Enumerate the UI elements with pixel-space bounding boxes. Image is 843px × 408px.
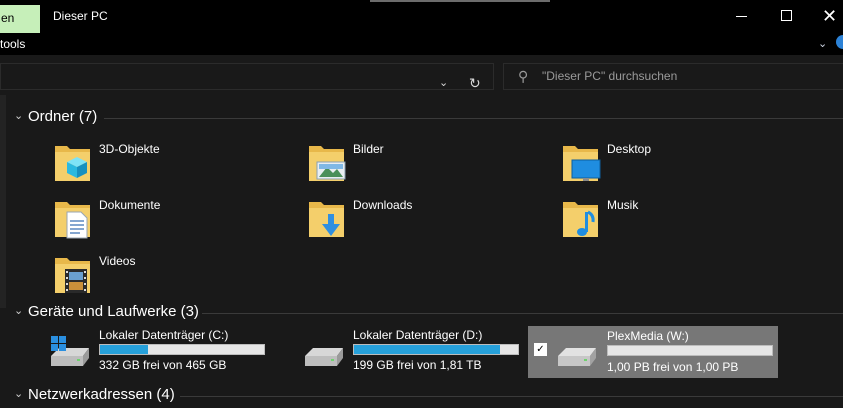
drive-w[interactable]: ✓ PlexMedia (W:) 1,00 PB frei von 1,00 P…: [528, 326, 778, 378]
group-header-network[interactable]: ⌄ Netzwerkadressen (4): [14, 386, 175, 406]
folder-pictures[interactable]: Bilder: [307, 140, 527, 188]
drive-free-space: 199 GB frei von 1,81 TB: [353, 358, 482, 372]
folder-label: 3D-Objekte: [99, 142, 160, 156]
ribbon-tab-drive-tools[interactable]: tools: [0, 33, 40, 55]
group-title-network: Netzwerkadressen (4): [28, 386, 175, 403]
minimize-button[interactable]: [736, 16, 747, 17]
ribbon-bar: tools ⌄: [0, 33, 843, 55]
collapse-chevron-icon[interactable]: ⌄: [14, 387, 24, 400]
group-divider: [180, 396, 843, 397]
search-input[interactable]: ⚲ "Dieser PC" durchsuchen: [503, 63, 843, 90]
folder-label: Musik: [607, 198, 639, 212]
address-bar[interactable]: ⌄ ↻: [0, 63, 494, 92]
drive-free-space: 1,00 PB frei von 1,00 PB: [607, 360, 739, 374]
drive-name: Lokaler Datenträger (C:): [99, 328, 229, 342]
selection-checkbox[interactable]: ✓: [534, 343, 547, 356]
folder-label: Bilder: [353, 142, 384, 156]
drive-usage-bar: [607, 345, 773, 356]
music-folder-icon: [563, 202, 598, 237]
3d-objects-folder-icon: [55, 146, 90, 181]
folder-label: Desktop: [607, 142, 652, 156]
folder-documents[interactable]: Dokumente: [53, 196, 273, 244]
folder-label: Downloads: [353, 198, 413, 212]
drive-usage-bar: [353, 344, 519, 355]
group-title-drives: Geräte und Laufwerke (3): [28, 303, 199, 320]
background-window-edge: [370, 0, 550, 2]
drive-usage-fill: [100, 345, 148, 354]
documents-folder-icon: [55, 202, 90, 239]
window-title: Dieser PC: [53, 9, 108, 23]
address-history-chevron-icon[interactable]: ⌄: [439, 76, 448, 89]
help-icon[interactable]: [836, 35, 843, 49]
collapse-chevron-icon[interactable]: ⌄: [14, 109, 24, 122]
group-header-drives[interactable]: ⌄ Geräte und Laufwerke (3): [14, 303, 199, 323]
folder-label: Videos: [99, 254, 136, 268]
drive-usage-bar: [99, 344, 265, 355]
maximize-button[interactable]: [781, 10, 792, 21]
drive-free-space: 332 GB frei von 465 GB: [99, 358, 227, 372]
downloads-folder-icon: [309, 202, 344, 237]
folder-videos[interactable]: Videos: [53, 252, 273, 300]
drive-name: PlexMedia (W:): [607, 329, 689, 343]
group-divider: [104, 118, 843, 119]
collapse-chevron-icon[interactable]: ⌄: [14, 304, 24, 317]
search-placeholder: "Dieser PC" durchsuchen: [542, 69, 678, 83]
address-row: ⌄ ↻ ⚲ "Dieser PC" durchsuchen: [0, 55, 843, 95]
videos-folder-icon: [55, 258, 90, 293]
refresh-icon[interactable]: ↻: [469, 75, 481, 92]
folder-3d-objects[interactable]: 3D-Objekte: [53, 140, 273, 188]
drive-name: Lokaler Datenträger (D:): [353, 328, 483, 342]
navigation-pane-edge: [0, 95, 6, 308]
folder-desktop[interactable]: Desktop: [561, 140, 781, 188]
hard-drive-icon: [305, 348, 343, 366]
pictures-folder-icon: [309, 146, 346, 181]
ribbon-tab-view[interactable]: en: [0, 5, 40, 33]
ribbon-expand-chevron-icon[interactable]: ⌄: [818, 37, 827, 50]
group-title-folders: Ordner (7): [28, 108, 98, 125]
group-header-folders[interactable]: ⌄ Ordner (7): [14, 108, 97, 128]
folder-downloads[interactable]: Downloads: [307, 196, 527, 244]
group-divider: [202, 313, 843, 314]
drive-d[interactable]: Lokaler Datenträger (D:) 199 GB frei von…: [301, 328, 546, 376]
title-bar: en Dieser PC ✕: [0, 0, 843, 33]
drive-usage-fill: [354, 345, 500, 354]
network-drive-icon: [558, 348, 596, 366]
desktop-folder-icon: [563, 146, 601, 181]
folder-music[interactable]: Musik: [561, 196, 781, 244]
search-icon: ⚲: [518, 68, 529, 84]
windows-drive-icon: [51, 336, 89, 366]
close-button[interactable]: ✕: [822, 6, 837, 27]
folder-label: Dokumente: [99, 198, 161, 212]
drive-c[interactable]: Lokaler Datenträger (C:) 332 GB frei von…: [47, 328, 292, 376]
